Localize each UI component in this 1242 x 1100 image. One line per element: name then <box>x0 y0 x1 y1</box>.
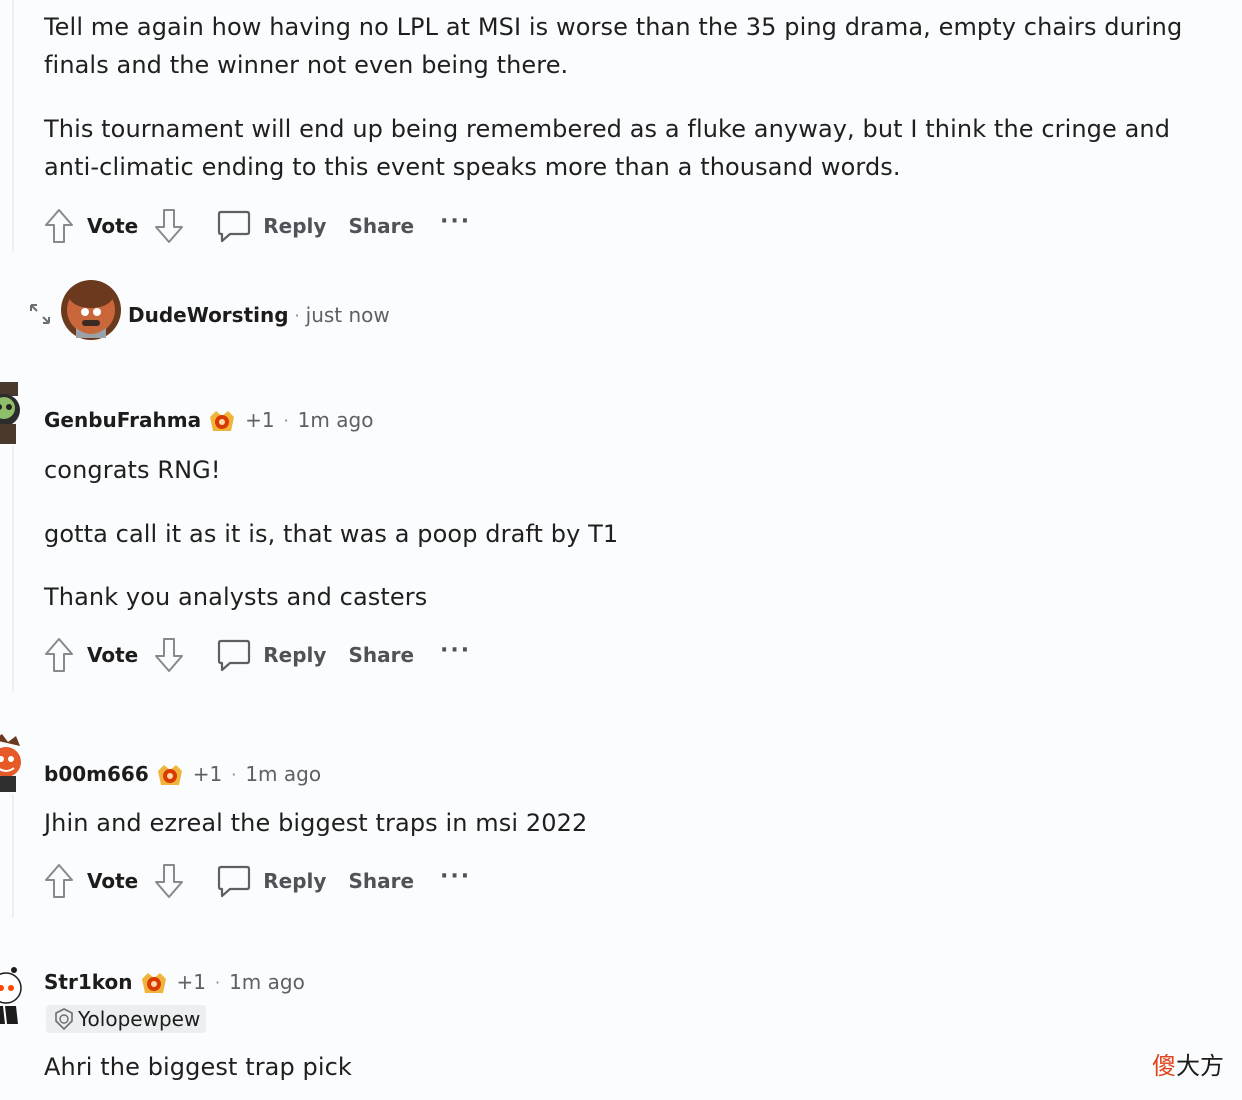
award-icon[interactable] <box>155 759 185 789</box>
downvote-arrow-icon[interactable] <box>152 206 186 246</box>
comment-body: congrats RNG! gotta call it as it is, th… <box>44 451 1224 616</box>
more-dots-icon[interactable]: ··· <box>440 638 471 663</box>
vote-count-label: Vote <box>87 214 139 238</box>
separator-dot: · <box>214 972 221 992</box>
top-comment-body: Tell me again how having no LPL at MSI i… <box>44 8 1229 186</box>
username-link[interactable]: Str1kon <box>44 970 133 994</box>
comment-paragraph: gotta call it as it is, that was a poop … <box>44 520 619 548</box>
thread-line[interactable] <box>12 0 14 252</box>
share-button[interactable]: Share <box>348 869 414 893</box>
reddit-comments-page: Tell me again how having no LPL at MSI i… <box>0 0 1242 1100</box>
username-link[interactable]: DudeWorsting <box>128 303 289 327</box>
flair-text: Yolopewpew <box>78 1007 201 1031</box>
watermark: 傻大方 <box>1152 1046 1224 1081</box>
share-button[interactable]: Share <box>348 643 414 667</box>
comment-meta: b00m666 +1 · 1m ago <box>44 759 321 789</box>
comment-body: Ahri the biggest trap pick <box>44 1048 1144 1086</box>
comment-paragraph: Jhin and ezreal the biggest traps in msi… <box>44 809 588 837</box>
username-link[interactable]: GenbuFrahma <box>44 408 201 432</box>
comment-meta: DudeWorsting · just now <box>128 303 390 327</box>
timestamp[interactable]: 1m ago <box>298 408 374 432</box>
comment-action-bar: Vote Reply Share ··· <box>42 861 471 901</box>
timestamp[interactable]: 1m ago <box>229 970 305 994</box>
reply-button[interactable]: Reply <box>263 643 326 667</box>
thread-line[interactable] <box>12 446 14 692</box>
comment-bubble-icon[interactable] <box>216 637 252 673</box>
more-dots-icon[interactable]: ··· <box>440 209 471 234</box>
flair-emblem-icon <box>52 1007 76 1031</box>
comment-meta: Str1kon +1 · 1m ago <box>44 967 305 997</box>
timestamp[interactable]: just now <box>306 303 390 327</box>
comment-paragraph: Thank you analysts and casters <box>44 583 428 611</box>
thread-line[interactable] <box>12 794 14 918</box>
comment-paragraph: Tell me again how having no LPL at MSI i… <box>44 13 1183 79</box>
comment-paragraph: congrats RNG! <box>44 456 221 484</box>
upvote-arrow-icon[interactable] <box>42 206 76 246</box>
separator-dot: · <box>231 764 237 784</box>
username-link[interactable]: b00m666 <box>44 762 149 786</box>
comment-paragraph: This tournament will end up being rememb… <box>44 115 1171 181</box>
upvote-arrow-icon[interactable] <box>42 861 76 901</box>
reply-button[interactable]: Reply <box>263 869 326 893</box>
comment-bubble-icon[interactable] <box>216 208 252 244</box>
award-icon[interactable] <box>207 405 237 435</box>
vote-count-label: Vote <box>87 869 139 893</box>
comment-action-bar: Vote Reply Share ··· <box>42 206 471 246</box>
comment-paragraph: Ahri the biggest trap pick <box>44 1053 352 1081</box>
user-flair: Yolopewpew <box>46 1005 207 1033</box>
watermark-text: 傻 <box>1152 1052 1176 1080</box>
comment-action-bar: Vote Reply Share ··· <box>42 635 471 675</box>
score: +1 <box>176 970 206 994</box>
vote-count-label: Vote <box>87 643 139 667</box>
comment-bubble-icon[interactable] <box>216 863 252 899</box>
avatar[interactable] <box>0 732 26 798</box>
share-button[interactable]: Share <box>348 214 414 238</box>
downvote-arrow-icon[interactable] <box>152 635 186 675</box>
avatar[interactable] <box>0 962 26 1032</box>
comment-body: Jhin and ezreal the biggest traps in msi… <box>44 804 1224 842</box>
separator-dot: · <box>294 305 300 325</box>
timestamp[interactable]: 1m ago <box>245 762 321 786</box>
reply-button[interactable]: Reply <box>263 214 326 238</box>
expand-icon[interactable] <box>28 302 52 330</box>
more-dots-icon[interactable]: ··· <box>440 864 471 889</box>
avatar[interactable] <box>0 376 26 450</box>
score: +1 <box>245 408 275 432</box>
comment-meta: GenbuFrahma +1 · 1m ago <box>44 405 373 435</box>
score: +1 <box>192 762 223 786</box>
avatar[interactable] <box>58 276 124 346</box>
downvote-arrow-icon[interactable] <box>152 861 186 901</box>
separator-dot: · <box>283 410 289 430</box>
upvote-arrow-icon[interactable] <box>42 635 76 675</box>
award-icon[interactable] <box>139 967 169 997</box>
watermark-text: 大方 <box>1176 1052 1224 1080</box>
